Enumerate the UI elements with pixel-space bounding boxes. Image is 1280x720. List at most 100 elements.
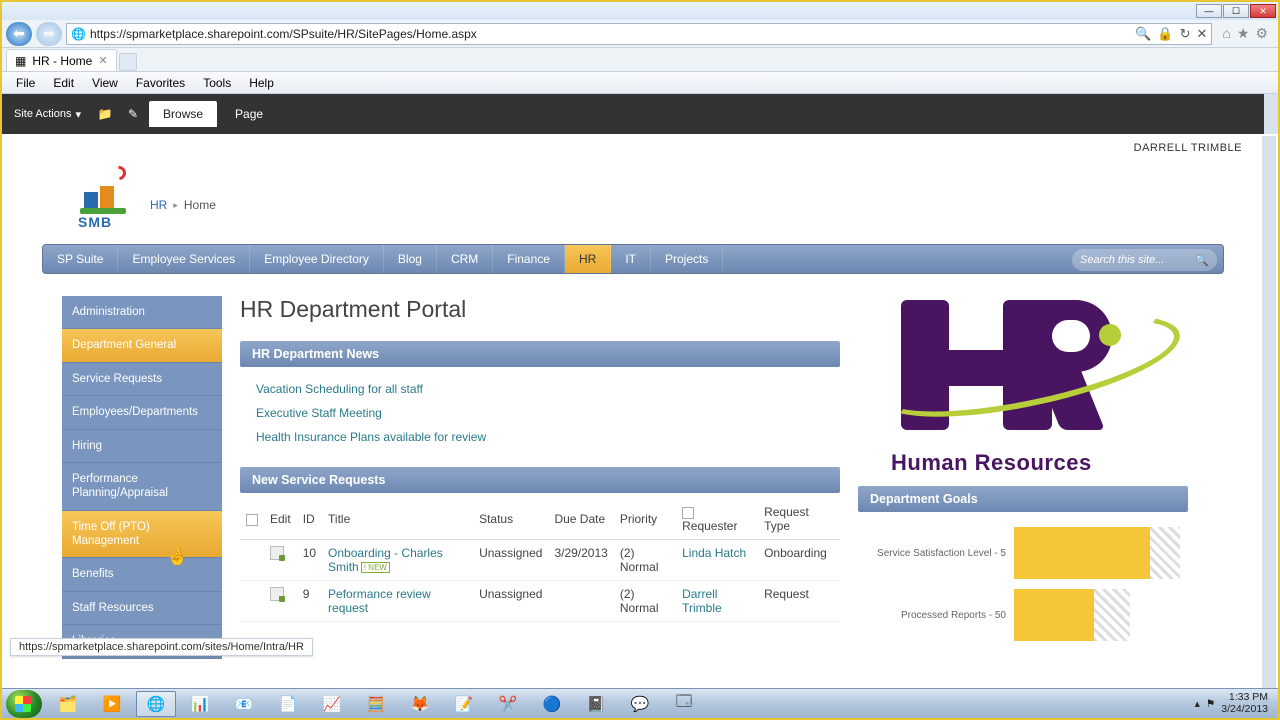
search-icon[interactable]: 🔍 [1195,254,1209,267]
url-field[interactable]: 🌐 https://spmarketplace.sharepoint.com/S… [66,23,1212,45]
system-tray[interactable]: ▴ ⚑ 1:33 PM 3/24/2013 [1189,692,1274,715]
url-text: https://spmarketplace.sharepoint.com/SPs… [90,27,1131,41]
menu-help[interactable]: Help [241,74,282,92]
news-link[interactable]: Executive Staff Meeting [256,401,824,425]
topnav-item-it[interactable]: IT [611,245,651,273]
windows-taskbar: 🗂️ ▶️ 🌐 📊 📧 📄 📈 🧮 🦊 📝 ✂️ 🔵 📓 💬 🗔 ▴ ⚑ 1:3… [2,688,1278,718]
maximize-button[interactable]: ☐ [1223,4,1249,18]
taskbar-explorer-icon[interactable]: 🗂️ [48,691,88,717]
edit-page-icon[interactable]: ✎ [121,102,145,126]
breadcrumb-root[interactable]: HR [150,198,167,212]
taskbar-powerpoint-icon[interactable]: 📈 [312,691,352,717]
browser-tab-active[interactable]: ▦ HR - Home ✕ [6,49,117,71]
back-button[interactable]: ⬅ [6,22,32,46]
taskbar-notepad-icon[interactable]: 📝 [444,691,484,717]
tray-clock[interactable]: 1:33 PM 3/24/2013 [1221,692,1268,715]
topnav-item-sp-suite[interactable]: SP Suite [43,245,118,273]
site-actions-menu[interactable]: Site Actions▾ [6,104,89,125]
taskbar-mediaplayer-icon[interactable]: ▶️ [92,691,132,717]
requester-link[interactable]: Darrell Trimble [682,587,722,615]
menu-file[interactable]: File [8,74,43,92]
request-title-link[interactable]: Peformance review request [328,587,431,615]
col-duedate[interactable]: Due Date [548,499,613,540]
close-button[interactable]: ✕ [1250,4,1276,18]
topnav-item-employee-directory[interactable]: Employee Directory [250,245,384,273]
leftnav-item-department-general[interactable]: Department General [62,329,222,362]
taskbar-chrome-icon[interactable]: 🔵 [532,691,572,717]
goal-label: Processed Reports - 50 [866,610,1006,621]
browser-address-bar: ⬅ ➡ 🌐 https://spmarketplace.sharepoint.c… [2,20,1278,48]
navigate-up-icon[interactable]: 📁 [93,102,117,126]
leftnav-item-performance-planning-appraisal[interactable]: Performance Planning/Appraisal [62,463,222,511]
taskbar-onenote-icon[interactable]: 📓 [576,691,616,717]
taskbar-excel-icon[interactable]: 📊 [180,691,220,717]
chevron-right-icon: ▸ [173,200,178,211]
site-icon: 🌐 [71,27,86,41]
hr-logo-caption: Human Resources [891,450,1092,476]
col-status[interactable]: Status [473,499,548,540]
taskbar-firefox-icon[interactable]: 🦊 [400,691,440,717]
user-menu[interactable]: DARRELL TRIMBLE [4,136,1262,160]
checkbox-all[interactable] [246,514,258,526]
topnav-item-finance[interactable]: Finance [493,245,565,273]
news-link[interactable]: Health Insurance Plans available for rev… [256,425,824,449]
topnav-item-blog[interactable]: Blog [384,245,437,273]
taskbar-skype-icon[interactable]: 💬 [620,691,660,717]
stop-icon[interactable]: ✕ [1197,26,1208,42]
new-tab-button[interactable] [119,53,137,71]
col-title[interactable]: Title [322,499,473,540]
menu-edit[interactable]: Edit [45,74,82,92]
leftnav-item-benefits[interactable]: Benefits [62,558,222,591]
tray-flag-icon[interactable]: ⚑ [1206,698,1215,710]
requester-link[interactable]: Linda Hatch [682,546,746,560]
col-type[interactable]: Request Type [758,499,840,540]
checkbox-header[interactable] [682,507,694,519]
col-priority[interactable]: Priority [614,499,676,540]
minimize-button[interactable]: — [1196,4,1222,18]
leftnav-item-hiring[interactable]: Hiring [62,430,222,463]
site-search-input[interactable]: Search this site...🔍 [1072,249,1217,271]
col-edit[interactable]: Edit [264,499,297,540]
topnav-item-hr[interactable]: HR [565,245,611,273]
leftnav-item-staff-resources[interactable]: Staff Resources [62,592,222,625]
col-requester[interactable]: Requester [676,499,758,540]
cell-status: Unassigned [473,581,548,622]
breadcrumb-current: Home [184,198,216,212]
edit-item-icon[interactable] [270,546,284,560]
search-dropdown-icon[interactable]: 🔍 [1135,26,1151,42]
tools-gear-icon[interactable]: ⚙ [1255,25,1268,42]
site-logo[interactable]: SMB [74,164,132,214]
leftnav-item-employees-departments[interactable]: Employees/Departments [62,396,222,429]
taskbar-word-icon[interactable]: 📄 [268,691,308,717]
top-navigation: SP SuiteEmployee ServicesEmployee Direct… [42,244,1224,274]
user-name: DARRELL TRIMBLE [1134,142,1242,154]
taskbar-app-icon[interactable]: 🗔 [664,691,704,717]
taskbar-snip-icon[interactable]: ✂️ [488,691,528,717]
refresh-icon[interactable]: ↻ [1180,26,1191,42]
topnav-item-projects[interactable]: Projects [651,245,723,273]
start-button[interactable] [6,690,42,718]
ribbon-tab-page[interactable]: Page [221,101,277,127]
menu-view[interactable]: View [84,74,126,92]
forward-button[interactable]: ➡ [36,22,62,46]
taskbar-outlook-icon[interactable]: 📧 [224,691,264,717]
edit-item-icon[interactable] [270,587,284,601]
leftnav-item-time-off-pto-management[interactable]: Time Off (PTO) Management [62,511,222,559]
topnav-item-crm[interactable]: CRM [437,245,493,273]
home-icon[interactable]: ⌂ [1222,25,1230,42]
tab-close-icon[interactable]: ✕ [98,54,107,67]
topnav-item-employee-services[interactable]: Employee Services [118,245,250,273]
leftnav-item-service-requests[interactable]: Service Requests [62,363,222,396]
favorites-icon[interactable]: ★ [1237,25,1250,42]
menu-tools[interactable]: Tools [195,74,239,92]
taskbar-ie-icon[interactable]: 🌐 [136,691,176,717]
leftnav-item-administration[interactable]: Administration [62,296,222,329]
menu-favorites[interactable]: Favorites [128,74,193,92]
news-link[interactable]: Vacation Scheduling for all staff [256,377,824,401]
taskbar-calculator-icon[interactable]: 🧮 [356,691,396,717]
chevron-down-icon: ▾ [75,108,81,121]
tray-expand-icon[interactable]: ▴ [1195,698,1200,710]
ribbon-tab-browse[interactable]: Browse [149,101,217,127]
col-id[interactable]: ID [297,499,322,540]
cell-priority: (2) Normal [614,540,676,581]
